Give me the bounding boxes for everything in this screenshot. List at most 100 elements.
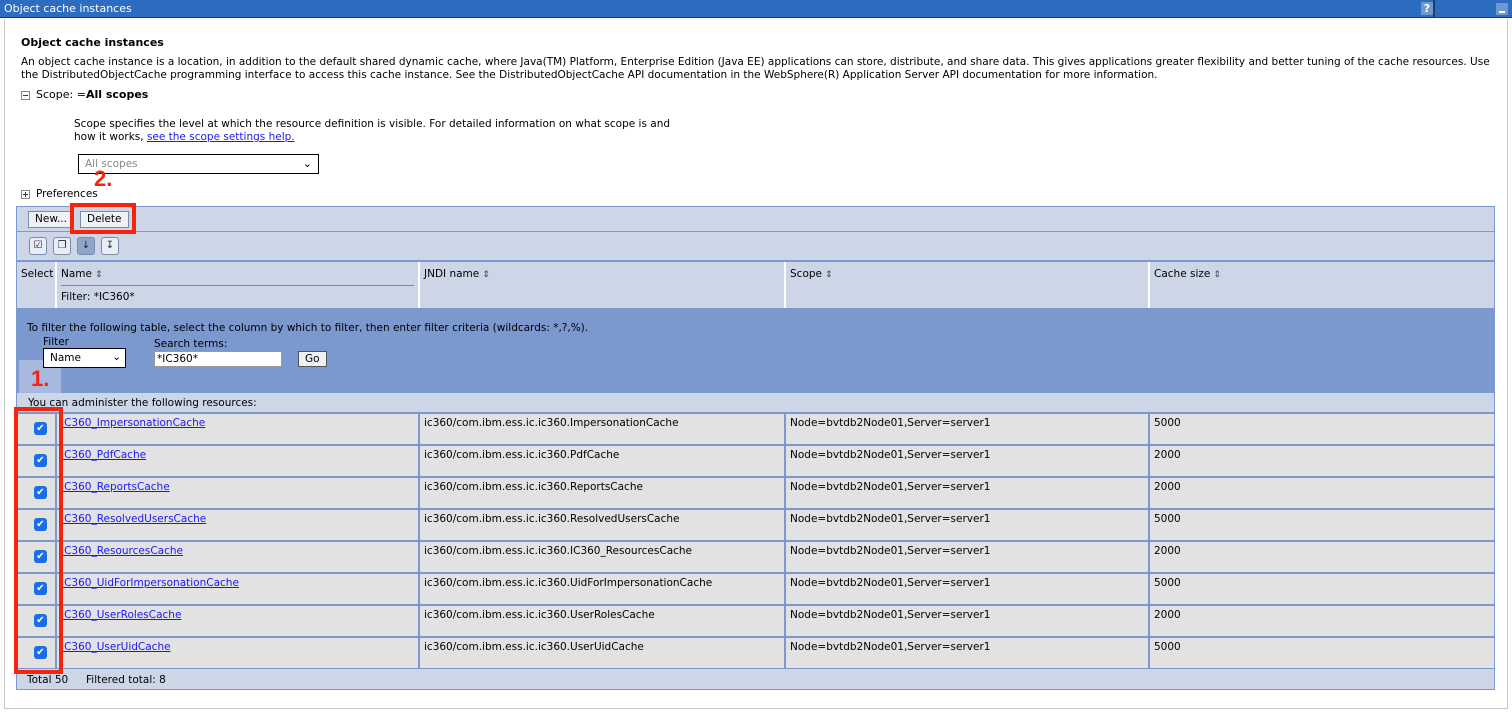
column-header-name[interactable]: Name ⇕ Filter: *IC360* (57, 262, 420, 308)
resource-name-link[interactable]: IC360_ReportsCache (61, 481, 170, 493)
annotation-step-2: 2. (94, 166, 113, 191)
button-bar: New... Delete (16, 206, 1495, 232)
scope-toggle[interactable]: Scope: =All scopes (21, 88, 148, 101)
minimize-icon[interactable] (1496, 3, 1508, 15)
deselect-all-icon[interactable]: ❐ (53, 237, 71, 255)
scope-cell: Node=bvtdb2Node01,Server=server1 (786, 574, 1150, 604)
scope-value: Node=bvtdb2Node01,Server=server1 (790, 481, 991, 493)
name-cell: IC360_PdfCache (57, 446, 420, 476)
column-header-cache-size[interactable]: Cache size ⇕ (1150, 262, 1494, 308)
go-button[interactable]: Go (298, 351, 327, 367)
column-label: JNDI name (424, 268, 480, 280)
jndi-cell: ic360/com.ibm.ess.ic.ic360.ReportsCache (420, 478, 786, 508)
scope-value: Node=bvtdb2Node01,Server=server1 (790, 577, 991, 589)
sort-icon[interactable]: ⇕ (482, 270, 490, 280)
column-label: Name (61, 268, 92, 280)
jndi-name: ic360/com.ibm.ess.ic.ic360.PdfCache (424, 449, 620, 461)
column-label: Cache size (1154, 268, 1211, 280)
jndi-cell: ic360/com.ibm.ess.ic.ic360.IC360_Resourc… (420, 542, 786, 572)
help-icon[interactable]: ? (1421, 2, 1433, 15)
cache-size-cell: 5000 (1150, 510, 1494, 540)
filter-panel: To filter the following table, select th… (16, 308, 1495, 393)
jndi-name: ic360/com.ibm.ess.ic.ic360.Impersonation… (424, 417, 679, 429)
resource-name-link[interactable]: IC360_UserUidCache (61, 641, 171, 653)
jndi-name: ic360/com.ibm.ess.ic.ic360.IC360_Resourc… (424, 545, 693, 557)
filter-instructions: To filter the following table, select th… (27, 322, 589, 334)
table-icon-bar: ☑ ❐ ↓ ↧ (16, 232, 1495, 262)
show-filter-icon[interactable]: ↓ (77, 237, 95, 255)
column-header-scope[interactable]: Scope ⇕ (786, 262, 1150, 308)
search-terms-input[interactable]: *IC360* (154, 351, 282, 367)
scope-cell: Node=bvtdb2Node01,Server=server1 (786, 446, 1150, 476)
cache-size-cell: 5000 (1150, 414, 1494, 444)
scope-cell: Node=bvtdb2Node01,Server=server1 (786, 606, 1150, 636)
filter-divider (61, 285, 414, 286)
name-cell: IC360_ReportsCache (57, 478, 420, 508)
window-title: Object cache instances (4, 2, 132, 15)
jndi-cell: ic360/com.ibm.ess.ic.ic360.ResolvedUsers… (420, 510, 786, 540)
cache-size-cell: 2000 (1150, 542, 1494, 572)
scope-cell: Node=bvtdb2Node01,Server=server1 (786, 478, 1150, 508)
name-cell: IC360_UserUidCache (57, 638, 420, 668)
name-cell: IC360_ImpersonationCache (57, 414, 420, 444)
cache-size-cell: 2000 (1150, 446, 1494, 476)
table-footer: Total 50 Filtered total: 8 (16, 668, 1495, 690)
scope-value: Node=bvtdb2Node01,Server=server1 (790, 545, 991, 557)
scope-value: Node=bvtdb2Node01,Server=server1 (790, 449, 991, 461)
scope-select[interactable]: All scopes ⌄ (78, 154, 319, 174)
jndi-cell: ic360/com.ibm.ess.ic.ic360.PdfCache (420, 446, 786, 476)
clear-filter-icon[interactable]: ↧ (101, 237, 119, 255)
table-row: ✔ IC360_ReportsCache ic360/com.ibm.ess.i… (16, 476, 1495, 508)
active-filter: Filter: *IC360* (61, 291, 135, 303)
resource-name-link[interactable]: IC360_ResourcesCache (61, 545, 183, 557)
cache-size: 5000 (1154, 417, 1181, 429)
search-label: Search terms: (154, 338, 228, 350)
scope-label: Scope: = (36, 88, 86, 101)
table-row: ✔ IC360_UserUidCache ic360/com.ibm.ess.i… (16, 636, 1495, 668)
chevron-down-icon: ⌄ (302, 157, 312, 170)
name-cell: IC360_ResourcesCache (57, 542, 420, 572)
filter-label: Filter (43, 336, 70, 348)
preferences-toggle[interactable]: Preferences (21, 188, 98, 200)
jndi-name: ic360/com.ibm.ess.ic.ic360.UserUidCache (424, 641, 644, 653)
resource-name-link[interactable]: IC360_ResolvedUsersCache (61, 513, 206, 525)
jndi-cell: ic360/com.ibm.ess.ic.ic360.UidForImperso… (420, 574, 786, 604)
cache-size-cell: 2000 (1150, 606, 1494, 636)
expand-icon[interactable] (21, 189, 30, 199)
jndi-cell: ic360/com.ibm.ess.ic.ic360.Impersonation… (420, 414, 786, 444)
annotation-step-1: 1. (31, 366, 50, 391)
sort-icon[interactable]: ⇕ (1213, 270, 1221, 280)
select-all-icon[interactable]: ☑ (29, 237, 47, 255)
scope-value: Node=bvtdb2Node01,Server=server1 (790, 641, 991, 653)
table-row: ✔ IC360_PdfCache ic360/com.ibm.ess.ic.ic… (16, 444, 1495, 476)
resource-name-link[interactable]: IC360_PdfCache (61, 449, 146, 461)
name-cell: IC360_UserRolesCache (57, 606, 420, 636)
annotation-box-delete (70, 203, 136, 234)
filter-select-value: Name (50, 352, 81, 364)
scope-value: Node=bvtdb2Node01,Server=server1 (790, 513, 991, 525)
column-header-select: Select (17, 262, 57, 308)
cache-size: 5000 (1154, 577, 1181, 589)
resource-name-link[interactable]: IC360_ImpersonationCache (61, 417, 205, 429)
cache-size: 2000 (1154, 481, 1181, 493)
page-description: An object cache instance is a location, … (21, 56, 1490, 81)
resource-table: New... Delete ☑ ❐ ↓ ↧ Select Name ⇕ Filte… (16, 206, 1495, 690)
resource-name-link[interactable]: IC360_UidForImpersonationCache (61, 577, 239, 589)
column-label: Select (21, 268, 54, 280)
resource-name-link[interactable]: IC360_UserRolesCache (61, 609, 181, 621)
table-row: ✔ IC360_ResolvedUsersCache ic360/com.ibm… (16, 508, 1495, 540)
scope-help-link[interactable]: see the scope settings help. (147, 131, 295, 143)
chevron-down-icon: ⌄ (112, 351, 121, 363)
sort-icon[interactable]: ⇕ (95, 270, 103, 280)
jndi-name: ic360/com.ibm.ess.ic.ic360.UidForImperso… (424, 577, 713, 589)
new-button[interactable]: New... (28, 211, 74, 228)
sort-icon[interactable]: ⇕ (825, 270, 833, 280)
scope-cell: Node=bvtdb2Node01,Server=server1 (786, 510, 1150, 540)
total-count: Total 50 (27, 674, 69, 686)
filter-column-select[interactable]: Name ⌄ (43, 348, 126, 368)
collapse-icon[interactable] (21, 90, 30, 100)
table-row: ✔ IC360_UserRolesCache ic360/com.ibm.ess… (16, 604, 1495, 636)
cache-size: 5000 (1154, 513, 1181, 525)
column-header-jndi[interactable]: JNDI name ⇕ (420, 262, 786, 308)
cache-size: 2000 (1154, 449, 1181, 461)
